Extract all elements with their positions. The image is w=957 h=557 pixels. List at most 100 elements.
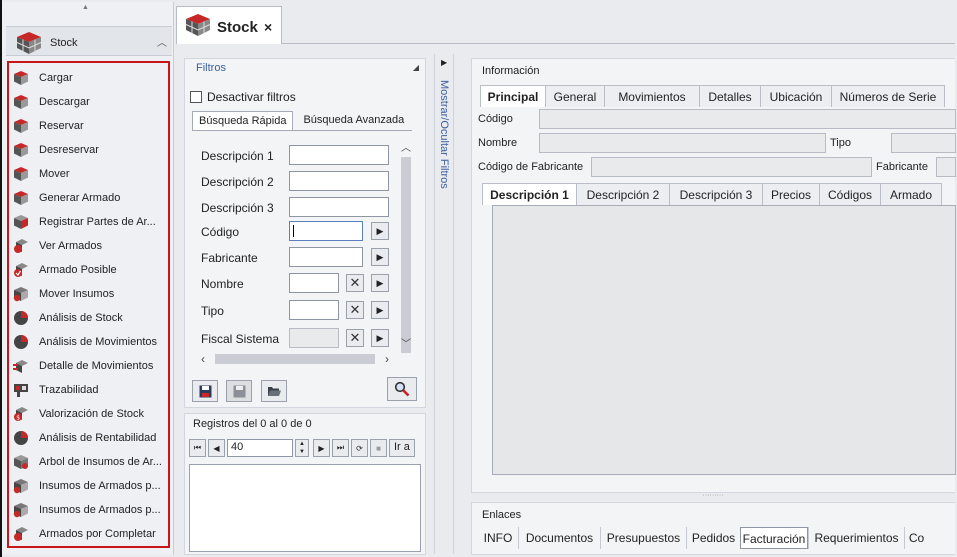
tab-busqueda-avanzada[interactable]: Búsqueda Avanzada <box>297 111 410 131</box>
save-as-filter-button[interactable] <box>226 380 252 402</box>
disable-filters-checkbox[interactable] <box>190 91 202 103</box>
filter-input[interactable] <box>289 197 389 217</box>
description-tab[interactable]: Armado <box>880 183 942 205</box>
codigo-fabricante-field[interactable] <box>591 157 872 177</box>
codigo-field[interactable] <box>539 109 956 129</box>
search-button[interactable] <box>387 377 417 401</box>
tab-busqueda-rapida[interactable]: Búsqueda Rápida <box>192 111 294 131</box>
information-tab[interactable]: Principal <box>480 85 546 107</box>
last-page-button[interactable]: ⏭ <box>332 439 349 457</box>
scroll-thumb[interactable] <box>401 157 411 353</box>
clear-filter-icon[interactable]: ✕ <box>346 329 364 347</box>
nav-item[interactable]: Análisis de Movimientos <box>9 330 168 354</box>
panel-collapse-icon[interactable]: ◢ <box>413 63 419 72</box>
filter-input[interactable] <box>289 328 339 348</box>
description-tab[interactable]: Precios <box>762 183 820 205</box>
open-filter-button[interactable] <box>261 380 287 402</box>
nav-group-header[interactable]: Stock ︿ <box>6 26 172 56</box>
nav-item[interactable]: Insumos de Armados p... <box>9 474 168 498</box>
filter-input[interactable] <box>289 273 339 293</box>
lookup-arrow-icon[interactable]: ▶ <box>371 274 389 292</box>
filters-title: Filtros <box>196 62 226 74</box>
links-tab[interactable]: Presupuestos <box>600 527 686 549</box>
stop-button[interactable]: ■ <box>370 439 387 457</box>
scroll-up-arrow-icon[interactable]: ︿ <box>401 139 411 154</box>
filter-input[interactable] <box>289 145 389 165</box>
save-filter-button[interactable] <box>192 380 218 402</box>
go-to-button[interactable]: Ir a <box>389 439 415 457</box>
links-tab[interactable]: Requerimientos <box>808 527 904 549</box>
collapse-chevron-icon[interactable]: ︿ <box>157 34 167 49</box>
description-tabs: Descripción 1 Descripción 2 Descripción 3P… <box>482 183 942 205</box>
filter-input[interactable] <box>289 300 339 320</box>
nav-item[interactable]: Mover <box>9 162 168 186</box>
fabricante-field[interactable] <box>936 157 956 177</box>
filter-input[interactable] <box>289 247 363 267</box>
nav-item[interactable]: Trazabilidad <box>9 378 168 402</box>
nav-item[interactable]: Reservar <box>9 114 168 138</box>
clear-filter-icon[interactable]: ✕ <box>346 301 364 319</box>
page-size-spinner[interactable]: ▲ ▼ <box>295 439 309 457</box>
nav-item[interactable]: Descargar <box>9 90 168 114</box>
panel-splitter[interactable]: ········· <box>471 492 955 500</box>
first-page-button[interactable]: ⏮ <box>189 439 206 457</box>
filter-input[interactable] <box>289 171 389 191</box>
lookup-arrow-icon[interactable]: ▶ <box>371 301 389 319</box>
filter-input[interactable] <box>289 221 363 241</box>
information-tab[interactable]: Detalles <box>699 85 761 107</box>
information-tab[interactable]: Ubicación <box>760 85 832 107</box>
filters-vertical-scrollbar[interactable]: ︿ ﹀ <box>399 139 413 353</box>
toggle-filters-link[interactable]: Mostrar/Ocultar Filtros <box>438 80 450 189</box>
nav-item-label: Generar Armado <box>39 192 121 204</box>
information-tab[interactable]: Números de Serie <box>831 85 945 107</box>
scroll-left-arrow-icon[interactable]: ‹ <box>201 352 205 366</box>
lookup-arrow-icon[interactable]: ▶ <box>371 329 389 347</box>
nav-item[interactable]: Arbol de Insumos de Ar... <box>9 450 168 474</box>
scroll-up-icon[interactable]: ▲ <box>82 4 89 11</box>
filters-horizontal-scrollbar[interactable]: ‹ › <box>199 352 399 366</box>
nav-item[interactable]: Mover Insumos <box>9 282 168 306</box>
page-size-input[interactable]: 40 <box>227 439 293 457</box>
tipo-field[interactable] <box>891 133 956 153</box>
nav-item[interactable]: Insumos de Armados p... <box>9 498 168 522</box>
description-text-area[interactable] <box>492 205 956 475</box>
toggle-arrow-icon[interactable]: ▶ <box>441 58 447 67</box>
links-tab[interactable]: INFO <box>478 527 518 549</box>
nav-item[interactable]: $ Valorización de Stock <box>9 402 168 426</box>
clear-filter-icon[interactable]: ✕ <box>346 274 364 292</box>
links-tab[interactable]: Documentos <box>518 527 600 549</box>
nav-item[interactable]: Análisis de Stock <box>9 306 168 330</box>
lookup-arrow-icon[interactable]: ▶ <box>371 222 389 240</box>
information-tab[interactable]: Movimientos <box>604 85 700 107</box>
description-tab[interactable]: Códigos <box>819 183 881 205</box>
description-tab[interactable]: Descripción 3 <box>669 183 763 205</box>
next-page-button[interactable]: ▶ <box>313 439 330 457</box>
filter-label: Tipo <box>201 304 224 318</box>
nav-item[interactable]: Detalle de Movimientos <box>9 354 168 378</box>
refresh-button[interactable]: ⟳ <box>351 439 368 457</box>
description-tab[interactable]: Descripción 2 <box>576 183 670 205</box>
lookup-arrow-icon[interactable]: ▶ <box>371 248 389 266</box>
scroll-right-arrow-icon[interactable]: › <box>385 352 389 366</box>
prev-page-button[interactable]: ◀ <box>208 439 225 457</box>
nav-item[interactable]: Análisis de Rentabilidad <box>9 426 168 450</box>
nav-item[interactable]: Generar Armado <box>9 186 168 210</box>
nav-item[interactable]: Armado Posible <box>9 258 168 282</box>
nav-item[interactable]: Desreservar <box>9 138 168 162</box>
information-tab[interactable]: General <box>545 85 605 107</box>
scroll-thumb[interactable] <box>215 354 375 364</box>
nav-item[interactable]: Ver Armados <box>9 234 168 258</box>
nav-item[interactable]: Armados por Completar <box>9 522 168 546</box>
nombre-field[interactable] <box>539 133 826 153</box>
close-tab-icon[interactable]: × <box>264 19 272 35</box>
records-list[interactable] <box>189 464 421 552</box>
links-tab[interactable]: Pedidos <box>686 527 740 549</box>
document-tab-stock[interactable]: Stock × <box>176 6 282 44</box>
nav-item[interactable]: Cargar <box>9 66 168 90</box>
scroll-down-arrow-icon[interactable]: ﹀ <box>401 335 411 350</box>
links-tab[interactable]: Facturación <box>740 527 808 549</box>
description-tab[interactable]: Descripción 1 <box>482 183 577 205</box>
links-tab[interactable]: Co <box>904 527 928 549</box>
disable-filters-row[interactable]: Desactivar filtros <box>190 90 296 104</box>
nav-item[interactable]: Registrar Partes de Ar... <box>9 210 168 234</box>
